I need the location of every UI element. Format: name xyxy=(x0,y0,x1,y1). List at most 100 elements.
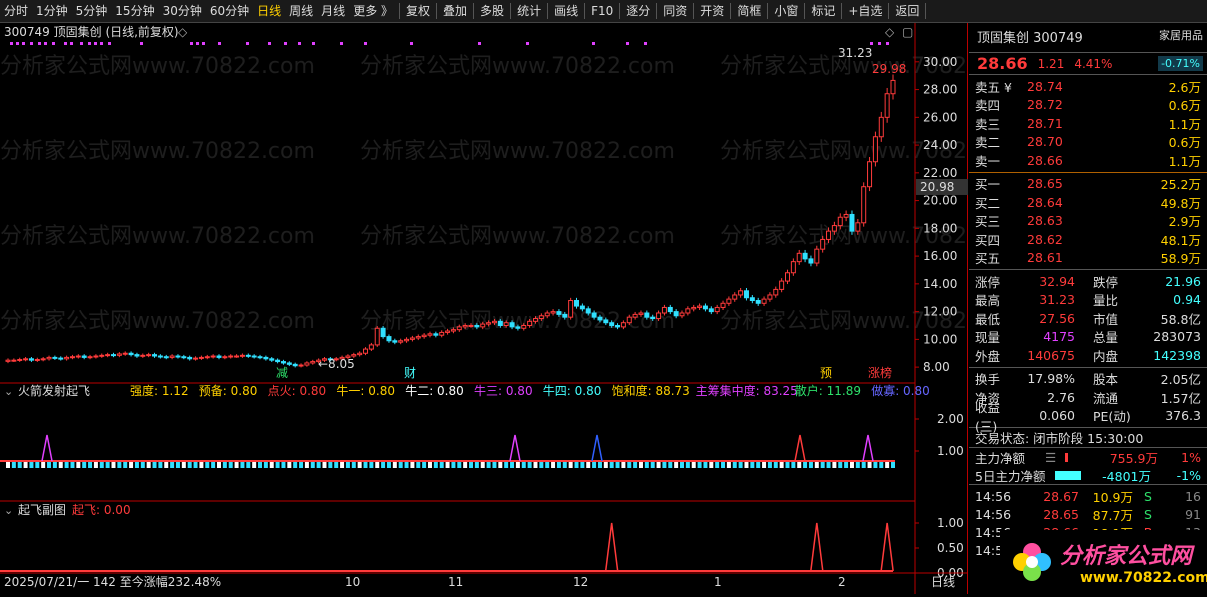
stat-value: 2.76 xyxy=(1047,389,1075,405)
window-icon[interactable]: ▢ xyxy=(902,25,913,39)
candle-body xyxy=(280,361,286,364)
chart-svg[interactable]: 分析家公式网www.70822.com 分析家公式网www.70822.com 分析… xyxy=(0,23,1035,594)
flower-icon xyxy=(1013,543,1051,581)
watermark-text: 分析家公式网www.70822.com xyxy=(0,309,315,334)
period-tab-3[interactable]: 15分钟 xyxy=(111,0,158,22)
indicator-bar xyxy=(820,461,825,468)
indicator-bar xyxy=(293,461,298,468)
bid-row[interactable]: 买五 28.61 58.9万 xyxy=(969,249,1207,268)
site-logo: 分析家公式网 www.70822.com xyxy=(1000,530,1207,594)
candle-body xyxy=(122,352,128,355)
tool-button-4[interactable]: 画线 xyxy=(550,0,582,22)
signal-dot xyxy=(246,42,249,45)
industry-tag[interactable]: 家居用品 xyxy=(1159,27,1203,43)
indicator-bar xyxy=(638,461,643,468)
tool-button-10[interactable]: 小窗 xyxy=(770,0,802,22)
event-tag[interactable]: 财 xyxy=(404,366,416,380)
indicator-bar xyxy=(515,461,520,468)
indicator-bar xyxy=(93,461,98,468)
pane-toggle-icon[interactable]: ⌄ xyxy=(4,385,13,398)
watermark-text: 分析家公式网www.70822.com xyxy=(0,139,315,164)
tool-button-12[interactable]: +自选 xyxy=(844,0,886,22)
ask-row[interactable]: 卖三 28.71 1.1万 xyxy=(969,114,1207,133)
pane-toggle-icon[interactable]: ⌄ xyxy=(4,504,13,517)
candle-body xyxy=(128,352,134,356)
event-tag[interactable]: 减 xyxy=(276,366,288,380)
main-net5-row: 5日主力净额 -4801万 -1% xyxy=(969,467,1207,485)
period-tab-0[interactable]: 分时 xyxy=(0,0,32,22)
period-tab-9[interactable]: 更多 》 xyxy=(349,0,397,22)
ask-volume: 0.6万 xyxy=(1168,98,1201,114)
tool-button-9[interactable]: 简框 xyxy=(733,0,765,22)
indicator-peak xyxy=(41,434,53,462)
diamond-icon[interactable]: ◇ xyxy=(885,25,895,39)
ask-book: 卖五 ¥28.74 2.6万 卖四 28.72 0.6万 卖三 28.71 1.1万 卖二 28.… xyxy=(969,75,1207,173)
candle-body xyxy=(17,358,23,361)
candle-body xyxy=(439,331,445,336)
tool-button-1[interactable]: 叠加 xyxy=(439,0,471,22)
tick-price: 28.67 xyxy=(1043,488,1079,504)
candle-body xyxy=(134,354,140,357)
indicator-value: 点火: 0.80 xyxy=(268,384,327,398)
main-net-bar xyxy=(1065,452,1068,462)
bid-volume: 48.1万 xyxy=(1160,232,1201,248)
chart-area[interactable]: 分析家公式网www.70822.com 分析家公式网www.70822.com 分析… xyxy=(0,23,1035,594)
event-tag[interactable]: 预 xyxy=(820,366,832,380)
indicator-bar xyxy=(299,461,304,468)
indicator-bar xyxy=(322,461,327,468)
tool-button-0[interactable]: 复权 xyxy=(402,0,434,22)
tool-button-3[interactable]: 统计 xyxy=(513,0,545,22)
period-tab-7[interactable]: 周线 xyxy=(285,0,317,22)
tick-volume: 87.7万 xyxy=(1092,507,1133,523)
candle-body xyxy=(75,355,81,358)
stat-label: PE(动) xyxy=(1093,409,1131,425)
ask-row[interactable]: 卖二 28.70 0.6万 xyxy=(969,133,1207,152)
event-tag[interactable]: 涨榜 xyxy=(868,365,892,380)
stat-value: 21.96 xyxy=(1165,273,1201,289)
bid-row[interactable]: 买二 28.64 49.8万 xyxy=(969,193,1207,212)
candle-body xyxy=(146,354,152,357)
indicator-name: 火箭发射起飞 xyxy=(18,383,90,398)
bid-row[interactable]: 买一 28.65 25.2万 xyxy=(969,175,1207,194)
tool-button-8[interactable]: 开资 xyxy=(696,0,728,22)
indicator-bar xyxy=(721,461,726,468)
period-tab-2[interactable]: 5分钟 xyxy=(72,0,112,22)
indicator-bar xyxy=(392,461,397,468)
candle-body xyxy=(93,355,99,358)
tool-button-11[interactable]: 标记 xyxy=(807,0,839,22)
stat-value: 376.3 xyxy=(1165,408,1201,424)
indicator-bar xyxy=(580,461,585,468)
candle-body xyxy=(661,306,667,314)
indicator-bar xyxy=(826,461,831,468)
candle-body xyxy=(456,326,462,331)
diamond-icon[interactable]: ◇ xyxy=(178,25,188,39)
indicator-value: 饱和度: 88.73 xyxy=(612,383,690,398)
indicator-bar xyxy=(351,461,356,468)
indicator-bar xyxy=(410,461,415,468)
list-icon[interactable]: ☰ xyxy=(1045,450,1065,465)
tool-button-6[interactable]: 逐分 xyxy=(622,0,654,22)
stat-value: 142398 xyxy=(1153,347,1201,363)
tool-button-13[interactable]: 返回 xyxy=(891,0,923,22)
bid-row[interactable]: 买三 28.63 2.9万 xyxy=(969,212,1207,231)
period-tab-6[interactable]: 日线 xyxy=(253,0,285,22)
ask-row[interactable]: 卖四 28.72 0.6万 xyxy=(969,96,1207,115)
bid-row[interactable]: 买四 28.62 48.1万 xyxy=(969,230,1207,249)
stat-label: 最高 xyxy=(975,293,1001,309)
ask-row[interactable]: 卖五 ¥ 28.74 2.6万 xyxy=(969,77,1207,96)
period-tab-4[interactable]: 30分钟 xyxy=(159,0,206,22)
y-tick-label: 14.00 xyxy=(923,277,957,291)
indicator-bar xyxy=(140,461,145,468)
ask-row[interactable]: 卖一 28.66 1.1万 xyxy=(969,151,1207,170)
tool-button-5[interactable]: F10 xyxy=(587,0,617,22)
indicator-value: 牛三: 0.80 xyxy=(474,383,533,398)
tool-button-7[interactable]: 同资 xyxy=(659,0,691,22)
signal-dot xyxy=(298,42,301,45)
period-tab-8[interactable]: 月线 xyxy=(317,0,349,22)
indicator-bar xyxy=(791,461,796,468)
period-tab-1[interactable]: 1分钟 xyxy=(32,0,72,22)
period-tab-5[interactable]: 60分钟 xyxy=(206,0,253,22)
tool-button-2[interactable]: 多股 xyxy=(476,0,508,22)
indicator-bar xyxy=(662,461,667,468)
candle-body xyxy=(257,356,263,359)
